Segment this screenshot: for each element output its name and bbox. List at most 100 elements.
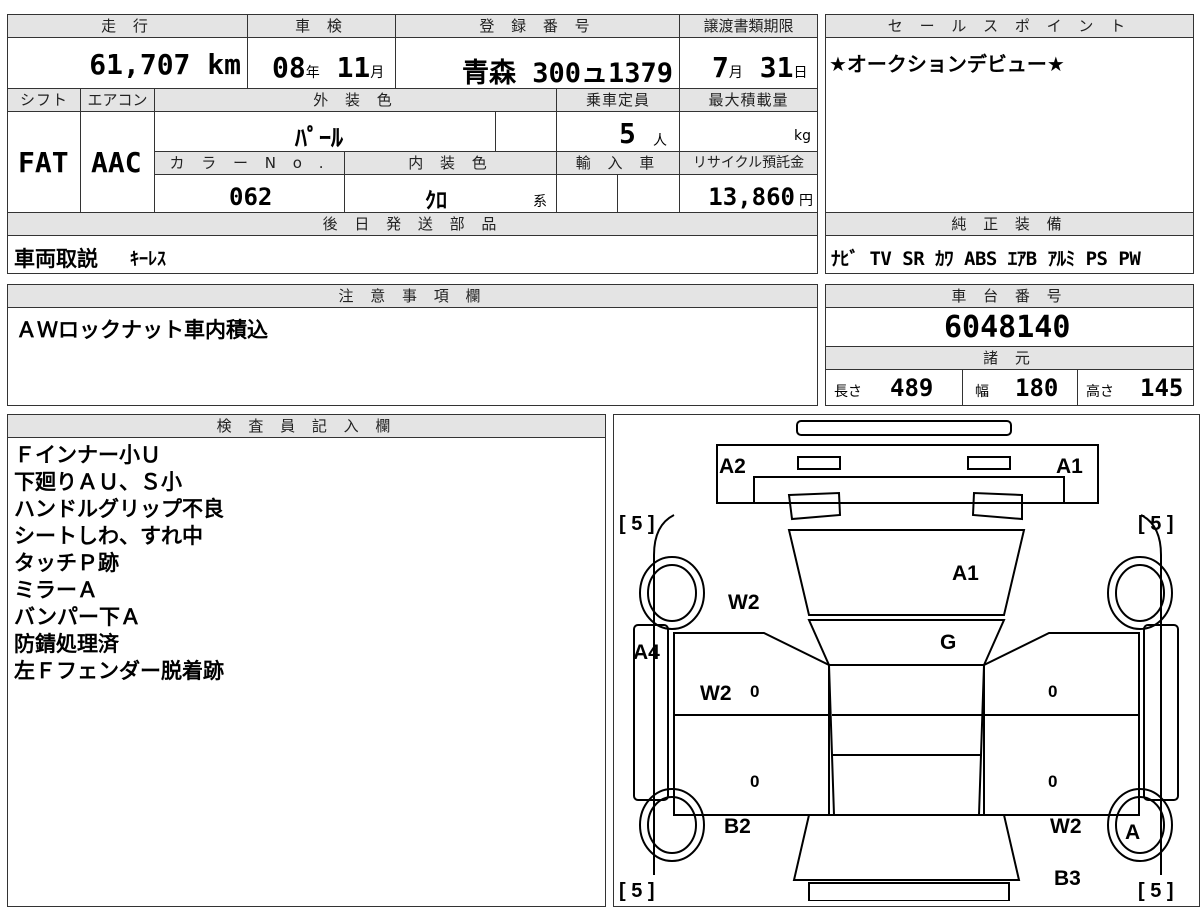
color-no-value: 062 [229, 183, 273, 211]
recycle-cell: 13,860 円 [679, 174, 818, 213]
mark-g-windshield: G [940, 631, 956, 654]
front-light-right-shape [967, 456, 1011, 470]
mark-a4-left: A4 [633, 641, 660, 664]
tire-label-rear-left: [ 5 ] [619, 880, 655, 901]
door-zero: 0 [1048, 772, 1057, 791]
door-zero: 0 [750, 772, 759, 791]
height-cell: 高さ 145 [1077, 369, 1194, 406]
tire-label-rear-right: [ 5 ] [1138, 880, 1174, 901]
header-inspector: 検 査 員 記 入 欄 [7, 414, 606, 438]
later-parts-value: 車両取説 [14, 247, 98, 271]
header-transfer-deadline: 譲渡書類期限 [679, 14, 818, 38]
wheel-front-left-inner-shape [647, 564, 697, 622]
header-spec: 諸 元 [825, 346, 1194, 370]
shift-cell: FAT [7, 111, 81, 213]
header-color-no: カ ラ ー N o . [154, 151, 345, 175]
registration-value: 青森 300ュ1379 [461, 58, 673, 89]
transfer-day: 31 [759, 51, 794, 84]
max-load-unit: kg [794, 128, 811, 144]
capacity-value: 5 [619, 117, 636, 150]
front-light-left-shape [797, 456, 841, 470]
chassis-cell: 6048140 [825, 307, 1194, 347]
mark-a2: A2 [719, 455, 746, 478]
exterior-color-cell: ﾊﾟｰﾙ [154, 111, 496, 152]
antenna-bar-shape [796, 420, 1012, 436]
inspector-lines: Ｆインナー小Ｕ 下廻りＡＵ、Ｓ小 ハンドルグリップ不良 シートしわ、すれ中 タッ… [14, 442, 224, 685]
header-aircon: エアコン [80, 88, 155, 112]
header-chassis: 車 台 番 号 [825, 284, 1194, 308]
inspection-month: 11 [336, 51, 371, 84]
width-cell: 幅 180 [962, 369, 1078, 406]
interior-color-suffix: 系 [533, 194, 547, 210]
width-value: 180 [1015, 374, 1059, 402]
width-label: 幅 [975, 384, 989, 400]
mileage-unit: km [207, 48, 241, 81]
interior-color-value: ｸﾛ [425, 189, 448, 214]
header-max-load: 最大積載量 [679, 88, 818, 112]
tire-label-front-right: [ 5 ] [1138, 513, 1174, 535]
capacity-unit: 人 [653, 133, 667, 149]
mileage-cell: 61,707 km [7, 37, 248, 89]
inspector-line: タッチＰ跡 [14, 551, 119, 575]
mark-b2-rear-left: B2 [724, 815, 751, 838]
later-parts-cell: 車両取説 ｷｰﾚｽ [7, 235, 818, 274]
rear-glass-shape [792, 814, 1021, 881]
capacity-cell: 5 人 [556, 111, 680, 152]
aircon-value: AAC [91, 146, 142, 179]
grille-vent-left-shape [787, 491, 842, 521]
door-zero: 0 [1048, 682, 1057, 701]
max-load-cell: kg [679, 111, 818, 152]
wheel-front-left-shape [639, 556, 705, 630]
inspector-line: 左Ｆフェンダー脱着跡 [14, 659, 224, 683]
rear-bumper-shape [808, 882, 1010, 901]
recycle-value: 13,860 [708, 183, 795, 211]
grille-vent-right-shape [971, 491, 1023, 521]
recycle-unit: 円 [799, 193, 813, 209]
tire-label-front-left: [ 5 ] [619, 513, 655, 535]
wheel-front-right-shape [1107, 556, 1173, 630]
later-parts-extra: ｷｰﾚｽ [130, 249, 166, 270]
header-capacity: 乗車定員 [556, 88, 680, 112]
header-shift: シフト [7, 88, 81, 112]
mark-a1-front: A1 [1056, 455, 1083, 478]
notes-value: ＡＷロックナット車内積込 [16, 318, 268, 342]
mark-b3-rear-right: B3 [1054, 867, 1081, 890]
chassis-value: 6048140 [944, 310, 1071, 345]
import-cell-a [556, 174, 618, 213]
aircon-cell: AAC [80, 111, 155, 213]
inspector-line: 下廻りＡＵ、Ｓ小 [14, 470, 182, 494]
windshield-shape [807, 619, 1006, 666]
inspector-line: Ｆインナー小Ｕ [14, 443, 161, 467]
inspection-cell: 08年 11月 [247, 37, 396, 89]
equipment-value: ﾅﾋﾞ TV SR ｶﾜ ABS ｴｱB ｱﾙﾐ PS PW [831, 248, 1141, 270]
equipment-cell: ﾅﾋﾞ TV SR ｶﾜ ABS ｴｱB ｱﾙﾐ PS PW [825, 235, 1194, 274]
inspector-line: 防錆処理済 [14, 632, 119, 656]
header-recycle: リサイクル預託金 [679, 151, 818, 175]
inspector-line: シートしわ、すれ中 [14, 524, 203, 548]
interior-color-cell: ｸﾛ 系 [344, 174, 557, 214]
transfer-deadline-cell: 7月 31日 [679, 37, 818, 89]
sales-point-cell: ★オークションデビュー★ [825, 37, 1194, 213]
grille-shape [753, 476, 1065, 504]
roof-shape [827, 664, 986, 816]
mark-w2-left-fender: W2 [728, 591, 760, 614]
header-equipment: 純 正 装 備 [825, 212, 1194, 236]
inspector-line: ミラーＡ [14, 578, 98, 602]
registration-cell: 青森 300ュ1379 [395, 37, 680, 89]
wheel-front-right-inner-shape [1115, 564, 1165, 622]
import-cell-b [617, 174, 680, 213]
transfer-month-unit: 月 [728, 65, 743, 81]
mileage-value: 61,707 [89, 48, 191, 81]
door-zero: 0 [750, 682, 759, 701]
shift-value: FAT [18, 146, 69, 179]
header-interior-color: 内 装 色 [344, 151, 557, 175]
header-registration: 登 録 番 号 [395, 14, 680, 38]
inspection-year-unit: 年 [305, 65, 320, 81]
header-import: 輸 入 車 [556, 151, 680, 175]
mark-a-rear-right: A [1125, 821, 1140, 844]
sales-point-value: ★オークションデビュー★ [829, 52, 1065, 76]
doors-right-shape [983, 632, 1140, 816]
header-later-parts: 後 日 発 送 部 品 [7, 212, 818, 236]
height-value: 145 [1140, 374, 1184, 402]
transfer-month: 7 [712, 51, 729, 84]
